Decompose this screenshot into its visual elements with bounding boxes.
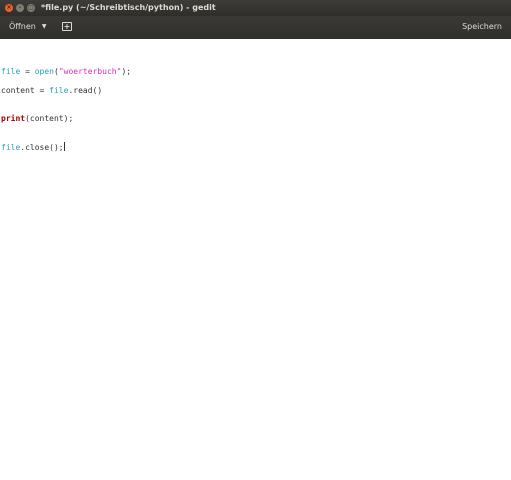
open-button[interactable]: Öffnen ▼ [9, 22, 47, 31]
text-editor[interactable]: file = open("woerterbuch"); content = fi… [0, 39, 511, 480]
maximize-window-icon[interactable]: □ [27, 4, 35, 12]
chevron-down-icon: ▼ [41, 23, 47, 30]
code-token: file [1, 143, 21, 152]
code-token: file [49, 86, 69, 95]
code-token: ); [121, 67, 132, 76]
new-tab-icon[interactable]: + [62, 22, 72, 31]
open-button-label: Öffnen [9, 22, 36, 31]
title-bar: × – □ *file.py (~/Schreibtisch/python) -… [0, 0, 511, 16]
code-token: content = [1, 86, 50, 95]
text-cursor [63, 142, 65, 151]
code-token: .close(); [20, 143, 64, 152]
header-bar: Öffnen ▼ + Speichern [0, 16, 511, 39]
code-line-3: print(content); [1, 114, 73, 124]
code-token: file [1, 67, 21, 76]
save-button[interactable]: Speichern [462, 22, 502, 31]
close-window-icon[interactable]: × [5, 4, 13, 12]
code-token: .read() [68, 86, 103, 95]
minimize-window-icon[interactable]: – [16, 4, 24, 12]
code-line-2: content = file.read() [1, 86, 102, 96]
window-title: *file.py (~/Schreibtisch/python) - gedit [41, 3, 216, 12]
code-token: open [34, 67, 54, 76]
code-token: print [1, 114, 26, 123]
code-token: (content); [25, 114, 74, 123]
code-token: "woerterbuch" [58, 67, 122, 76]
window-controls: × – □ [5, 4, 35, 12]
code-line-1: file = open("woerterbuch"); [1, 67, 131, 77]
code-line-4: file.close(); [1, 142, 65, 152]
code-token: = [20, 67, 35, 76]
